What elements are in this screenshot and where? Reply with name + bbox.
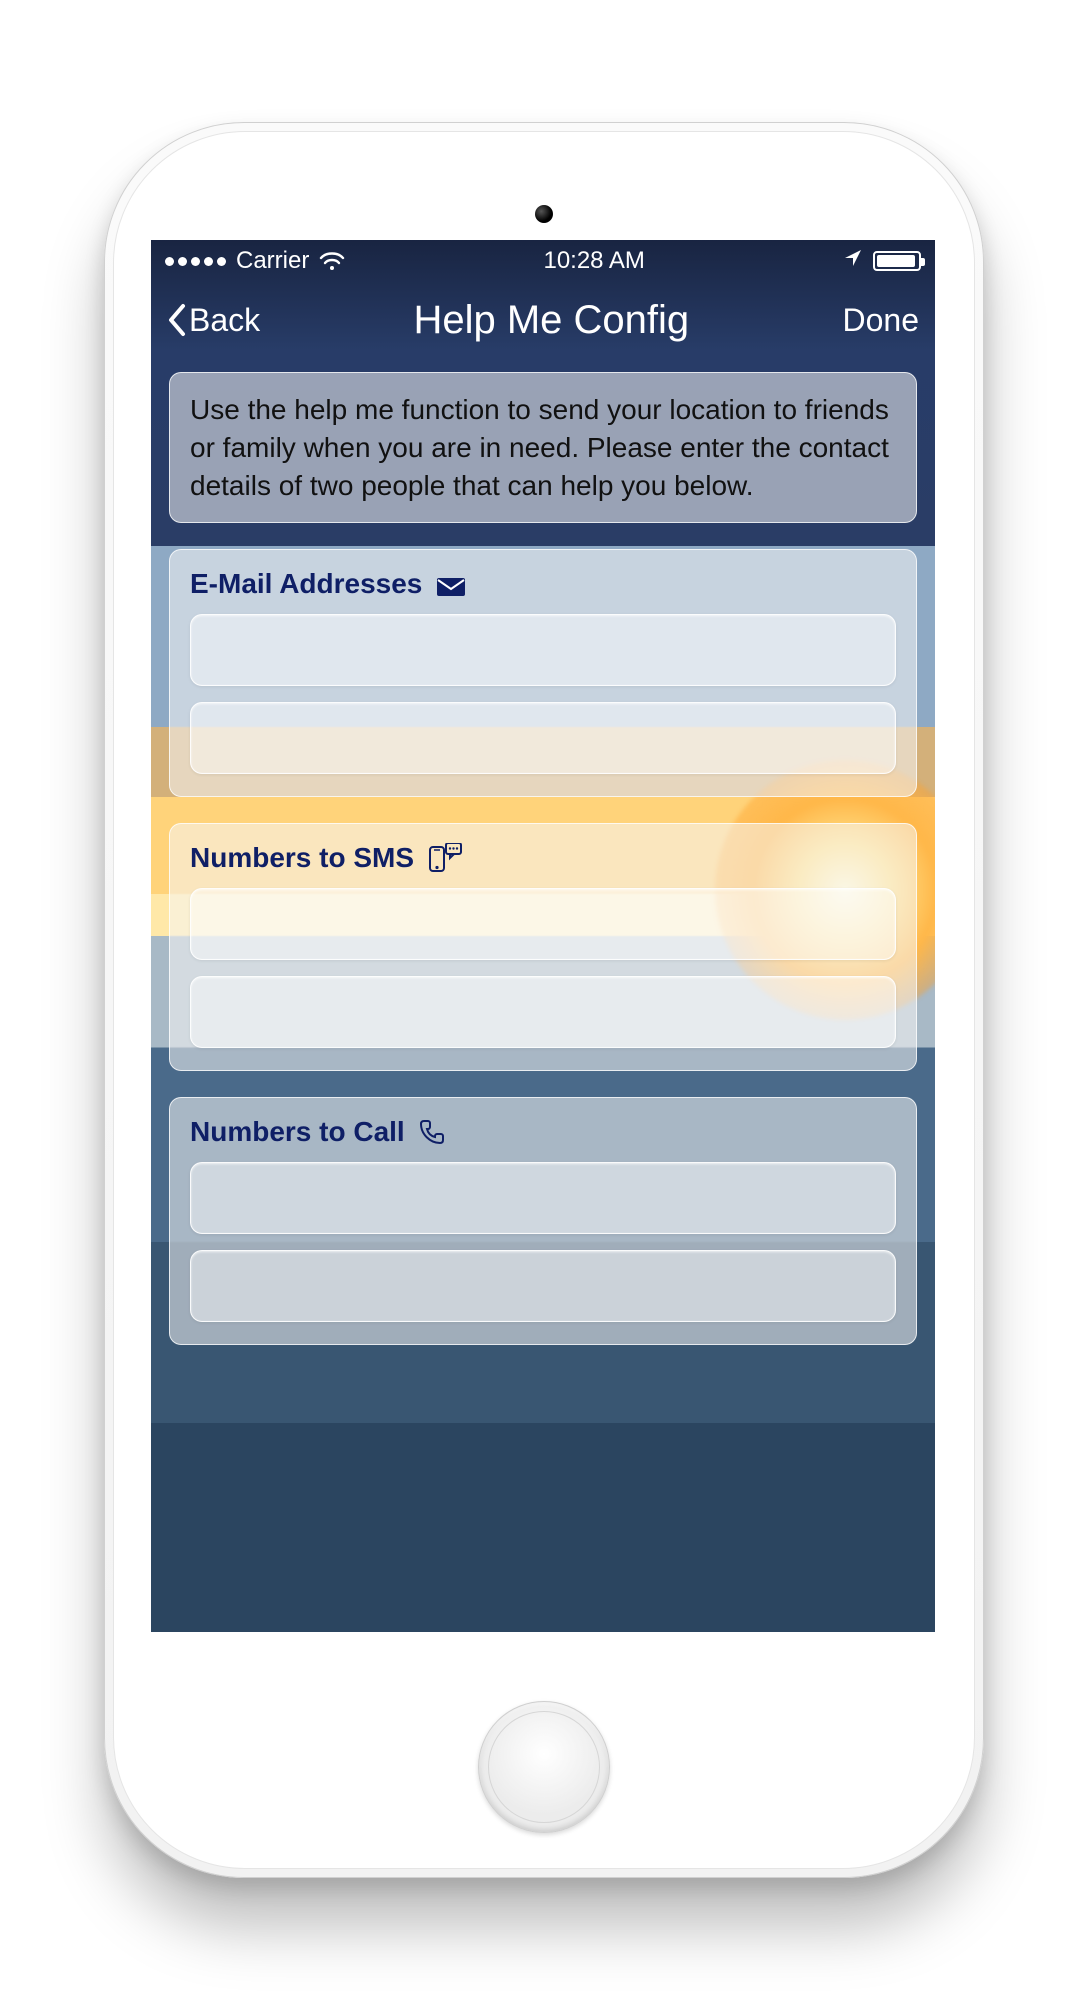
email-section-title-row: E-Mail Addresses (190, 568, 896, 600)
mail-icon (436, 572, 466, 596)
nav-bar: Back Help Me Config Done (151, 282, 935, 358)
page-title: Help Me Config (413, 298, 689, 343)
intro-text: Use the help me function to send your lo… (190, 391, 896, 504)
home-button[interactable] (478, 1701, 610, 1833)
back-button[interactable]: Back (167, 302, 260, 339)
battery-icon (873, 251, 921, 271)
call-section-title-row: Numbers to Call (190, 1116, 896, 1148)
wifi-icon (319, 251, 345, 271)
camera-icon (535, 205, 553, 223)
email-field-1[interactable] (190, 614, 896, 686)
content-area: Use the help me function to send your lo… (169, 372, 917, 1632)
sms-section: Numbers to SMS (169, 823, 917, 1071)
chevron-left-icon (167, 303, 187, 337)
sms-field-1[interactable] (190, 888, 896, 960)
status-bar: Carrier 10:28 AM (151, 240, 935, 282)
sms-section-title: Numbers to SMS (190, 842, 414, 874)
call-field-2[interactable] (190, 1250, 896, 1322)
email-section-title: E-Mail Addresses (190, 568, 422, 600)
call-section-title: Numbers to Call (190, 1116, 405, 1148)
sms-icon (428, 843, 462, 873)
status-left: Carrier (165, 247, 345, 275)
intro-panel: Use the help me function to send your lo… (169, 372, 917, 523)
status-right (843, 247, 921, 275)
status-time: 10:28 AM (543, 247, 644, 275)
email-section: E-Mail Addresses (169, 549, 917, 797)
back-label: Back (189, 302, 260, 339)
phone-icon (419, 1119, 445, 1145)
call-field-1[interactable] (190, 1162, 896, 1234)
done-button[interactable]: Done (842, 302, 919, 339)
sms-field-2[interactable] (190, 976, 896, 1048)
app-screen: Carrier 10:28 AM Back (151, 240, 935, 1632)
carrier-label: Carrier (236, 247, 309, 275)
sms-section-title-row: Numbers to SMS (190, 842, 896, 874)
location-icon (843, 247, 863, 275)
email-field-2[interactable] (190, 702, 896, 774)
signal-icon (165, 257, 226, 266)
call-section: Numbers to Call (169, 1097, 917, 1345)
